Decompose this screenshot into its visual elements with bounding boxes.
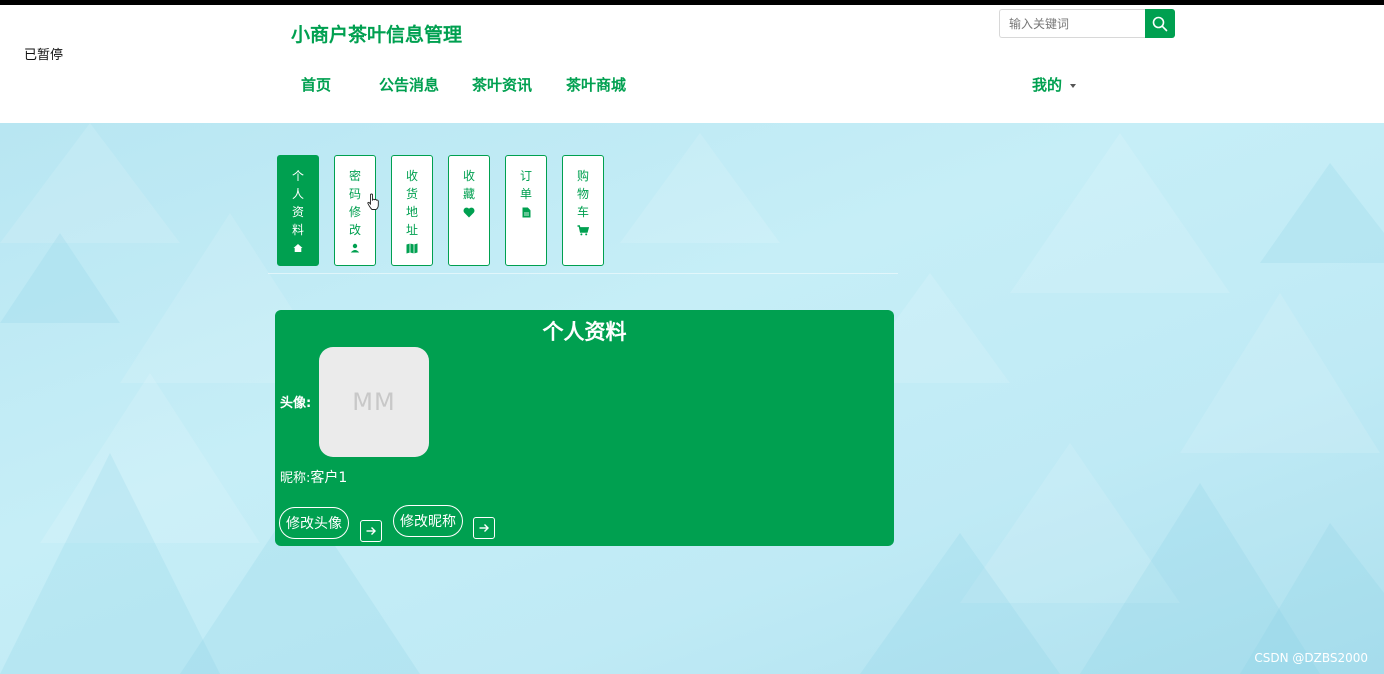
nav-tea-mall[interactable]: 茶叶商城 bbox=[566, 74, 626, 95]
heart-icon bbox=[463, 207, 475, 218]
file-icon bbox=[522, 207, 530, 218]
arrow-right-icon bbox=[479, 524, 489, 532]
avatar-label: 头像: bbox=[280, 396, 312, 411]
cart-icon bbox=[577, 225, 589, 236]
profile-card: 个人资料 头像: MM 昵称: 客户1 修改头像 修改昵称 bbox=[275, 310, 894, 546]
nav-notice[interactable]: 公告消息 bbox=[379, 74, 439, 95]
search-button[interactable] bbox=[1145, 9, 1175, 38]
avatar: MM bbox=[319, 347, 429, 457]
search-input[interactable] bbox=[999, 9, 1145, 38]
tabs-divider bbox=[268, 273, 898, 274]
site-header: 小商户茶叶信息管理 首页 公告消息 茶叶资讯 茶叶商城 我的 bbox=[0, 5, 1384, 123]
nickname-value: 客户1 bbox=[310, 470, 348, 486]
tab-favorites-label: 收藏 bbox=[462, 169, 475, 201]
tab-favorites[interactable]: 收藏 bbox=[448, 155, 490, 266]
search-icon bbox=[1152, 16, 1168, 31]
tab-address[interactable]: 收货地址 bbox=[391, 155, 433, 266]
nav-mine-dropdown[interactable]: 我的 bbox=[1032, 74, 1077, 95]
tab-address-label: 收货地址 bbox=[405, 169, 418, 237]
user-icon bbox=[350, 243, 360, 253]
tab-cart[interactable]: 购物车 bbox=[562, 155, 604, 266]
nav-mine-label: 我的 bbox=[1032, 76, 1063, 94]
change-nickname-button[interactable]: 修改昵称 bbox=[393, 505, 463, 537]
caret-down-icon bbox=[1070, 83, 1077, 88]
avatar-initials: MM bbox=[352, 388, 396, 416]
home-icon bbox=[293, 244, 303, 252]
hand-cursor-icon bbox=[367, 193, 379, 210]
nav-tea-news[interactable]: 茶叶资讯 bbox=[472, 74, 532, 95]
tab-profile-label: 个人资料 bbox=[291, 169, 304, 237]
paused-overlay: 已暂停 bbox=[24, 48, 64, 63]
tab-password-label: 密码修改 bbox=[348, 169, 361, 237]
tab-cart-label: 购物车 bbox=[576, 169, 589, 219]
site-title: 小商户茶叶信息管理 bbox=[291, 24, 463, 46]
tab-orders[interactable]: 订单 bbox=[505, 155, 547, 266]
nickname-row: 昵称: 客户1 bbox=[280, 467, 347, 487]
watermark: CSDN @DZBS2000 bbox=[1254, 651, 1368, 665]
profile-title: 个人资料 bbox=[542, 320, 627, 344]
change-avatar-submit[interactable] bbox=[360, 520, 382, 542]
tab-profile[interactable]: 个人资料 bbox=[277, 155, 319, 266]
tab-orders-label: 订单 bbox=[519, 169, 532, 201]
nav-home[interactable]: 首页 bbox=[301, 74, 331, 95]
nickname-label: 昵称: bbox=[280, 471, 311, 486]
change-avatar-button[interactable]: 修改头像 bbox=[279, 507, 349, 539]
change-nickname-submit[interactable] bbox=[473, 517, 495, 539]
map-icon bbox=[406, 243, 418, 254]
search-box bbox=[999, 9, 1175, 38]
arrow-right-icon bbox=[366, 527, 376, 535]
